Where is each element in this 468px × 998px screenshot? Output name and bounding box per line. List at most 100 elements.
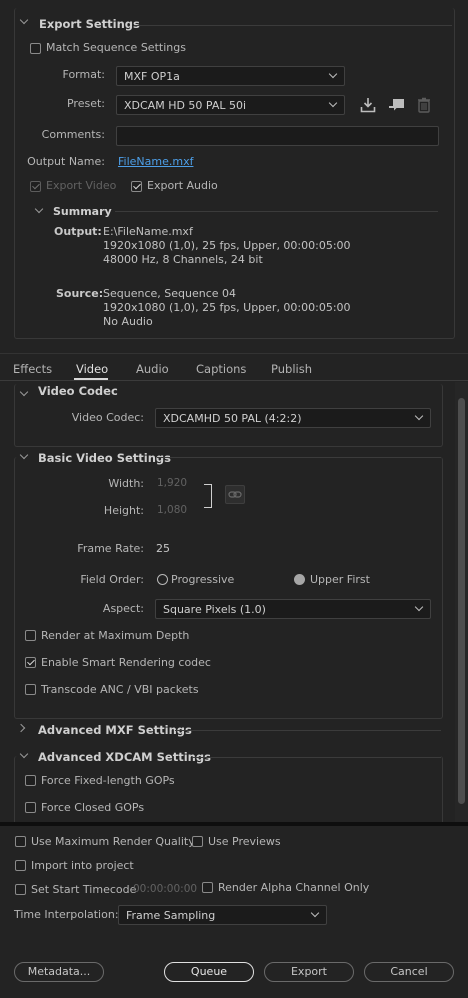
preset-dropdown[interactable]: XDCAM HD 50 PAL 50i	[116, 95, 345, 115]
video-codec-dropdown[interactable]: XDCAMHD 50 PAL (4:2:2)	[155, 408, 431, 428]
chevron-down-icon	[310, 908, 320, 918]
advanced-mxf-expand-chevron-icon[interactable]	[16, 723, 26, 733]
height-value[interactable]: 1,080	[157, 504, 187, 516]
save-preset-icon[interactable]	[360, 97, 376, 113]
max-render-quality-checkbox[interactable]	[15, 836, 26, 847]
field-order-progressive-radio[interactable]	[157, 574, 168, 585]
tab-captions[interactable]: Captions	[196, 362, 246, 376]
height-label: Height:	[103, 504, 144, 517]
panel-divider-bar	[0, 822, 468, 826]
chevron-down-icon	[328, 98, 338, 108]
export-settings-header-divider	[134, 25, 452, 26]
video-codec-label: Video Codec:	[71, 411, 144, 424]
advanced-xdcam-title: Advanced XDCAM Settings	[38, 750, 211, 764]
force-closed-gop-label: Force Closed GOPs	[41, 801, 145, 814]
format-dropdown[interactable]: MXF OP1a	[116, 66, 345, 86]
preset-label: Preset:	[66, 97, 105, 110]
time-interpolation-dropdown[interactable]: Frame Sampling	[118, 905, 327, 925]
import-preset-icon[interactable]	[388, 97, 405, 113]
width-value[interactable]: 1,920	[157, 477, 187, 489]
import-project-checkbox[interactable]	[15, 860, 26, 871]
advanced-mxf-title: Advanced MXF Settings	[38, 723, 192, 737]
aspect-value: Square Pixels (1.0)	[163, 603, 266, 616]
width-label: Width:	[108, 477, 144, 490]
comments-input[interactable]	[116, 126, 439, 146]
tab-effects[interactable]: Effects	[13, 362, 52, 376]
chevron-down-icon	[414, 602, 424, 612]
field-order-upper-first-radio[interactable]	[294, 574, 305, 585]
queue-button[interactable]: Queue	[164, 962, 254, 982]
set-start-timecode-checkbox[interactable]	[15, 884, 26, 895]
aspect-dropdown[interactable]: Square Pixels (1.0)	[155, 599, 431, 619]
render-alpha-checkbox[interactable]	[202, 882, 213, 893]
video-codec-title: Video Codec	[38, 384, 118, 398]
force-closed-gop-checkbox[interactable]	[25, 802, 36, 813]
render-alpha-label: Render Alpha Channel Only	[218, 881, 370, 894]
tab-publish[interactable]: Publish	[271, 362, 312, 376]
cancel-button[interactable]: Cancel	[364, 962, 454, 982]
export-video-checkbox[interactable]	[30, 181, 41, 192]
format-value: MXF OP1a	[124, 70, 180, 83]
chevron-down-icon	[414, 411, 424, 421]
export-audio-label: Export Audio	[147, 179, 218, 192]
summary-source-label: Source:	[56, 287, 104, 300]
chain-link-icon[interactable]	[225, 485, 245, 504]
time-interpolation-value: Frame Sampling	[126, 909, 216, 922]
output-name-label: Output Name:	[27, 155, 105, 168]
scrollbar-thumb[interactable]	[458, 398, 465, 804]
time-interpolation-label: Time Interpolation:	[14, 908, 119, 921]
set-start-timecode-label: Set Start Timecode	[31, 883, 137, 896]
frame-rate-label: Frame Rate:	[77, 542, 144, 555]
export-audio-checkbox[interactable]	[131, 181, 142, 192]
summary-output-line: 1920x1080 (1,0), 25 fps, Upper, 00:00:05…	[103, 239, 351, 252]
chevron-down-icon	[328, 69, 338, 79]
import-project-label: Import into project	[31, 859, 134, 872]
render-max-depth-checkbox[interactable]	[25, 630, 36, 641]
match-sequence-label: Match Sequence Settings	[46, 41, 186, 54]
match-sequence-checkbox[interactable]	[30, 43, 41, 54]
video-codec-value: XDCAMHD 50 PAL (4:2:2)	[163, 412, 302, 425]
section-divider	[0, 353, 468, 354]
export-video-label: Export Video	[46, 179, 117, 192]
start-timecode-value[interactable]: 00:00:00:00	[133, 883, 197, 895]
basic-video-title: Basic Video Settings	[38, 451, 171, 465]
max-render-quality-label: Use Maximum Render Quality	[31, 835, 195, 848]
export-settings-title: Export Settings	[39, 17, 140, 31]
summary-divider	[115, 211, 438, 212]
metadata-button[interactable]: Metadata...	[14, 962, 104, 982]
tab-audio[interactable]: Audio	[136, 362, 169, 376]
advanced-mxf-divider	[175, 730, 441, 731]
dimension-link-bracket	[204, 484, 212, 508]
tab-video[interactable]: Video	[76, 362, 108, 376]
summary-output-label: Output:	[54, 225, 102, 238]
aspect-label: Aspect:	[102, 602, 144, 615]
summary-source-line: Sequence, Sequence 04	[103, 287, 237, 300]
comments-label: Comments:	[41, 128, 105, 141]
frame-rate-value: 25	[156, 542, 170, 555]
transcode-anc-checkbox[interactable]	[25, 684, 36, 695]
force-fixed-gop-label: Force Fixed-length GOPs	[41, 774, 175, 787]
summary-output-line: 48000 Hz, 8 Channels, 24 bit	[103, 253, 263, 266]
summary-output-line: E:\FileName.mxf	[103, 225, 193, 238]
summary-output-lines: E:\FileName.mxf 1920x1080 (1,0), 25 fps,…	[103, 225, 351, 267]
transcode-anc-label: Transcode ANC / VBI packets	[41, 683, 199, 696]
render-max-depth-label: Render at Maximum Depth	[41, 629, 190, 642]
smart-rendering-label: Enable Smart Rendering codec	[41, 656, 211, 669]
force-fixed-gop-checkbox[interactable]	[25, 775, 36, 786]
use-previews-checkbox[interactable]	[192, 836, 203, 847]
export-button[interactable]: Export	[264, 962, 354, 982]
field-order-upper-first-label: Upper First	[310, 573, 370, 586]
smart-rendering-checkbox[interactable]	[25, 657, 36, 668]
basic-video-header-divider	[157, 457, 441, 458]
preset-value: XDCAM HD 50 PAL 50i	[124, 99, 247, 112]
field-order-label: Field Order:	[80, 573, 144, 586]
use-previews-label: Use Previews	[208, 835, 281, 848]
advanced-xdcam-divider	[192, 757, 441, 758]
output-name-link[interactable]: FileName.mxf	[118, 155, 193, 168]
summary-source-line: 1920x1080 (1,0), 25 fps, Upper, 00:00:05…	[103, 301, 351, 314]
summary-source-line: No Audio	[103, 315, 153, 328]
summary-title: Summary	[53, 205, 112, 218]
delete-preset-icon[interactable]	[417, 97, 431, 113]
advanced-xdcam-panel	[14, 756, 443, 826]
tabs-divider	[0, 380, 468, 381]
